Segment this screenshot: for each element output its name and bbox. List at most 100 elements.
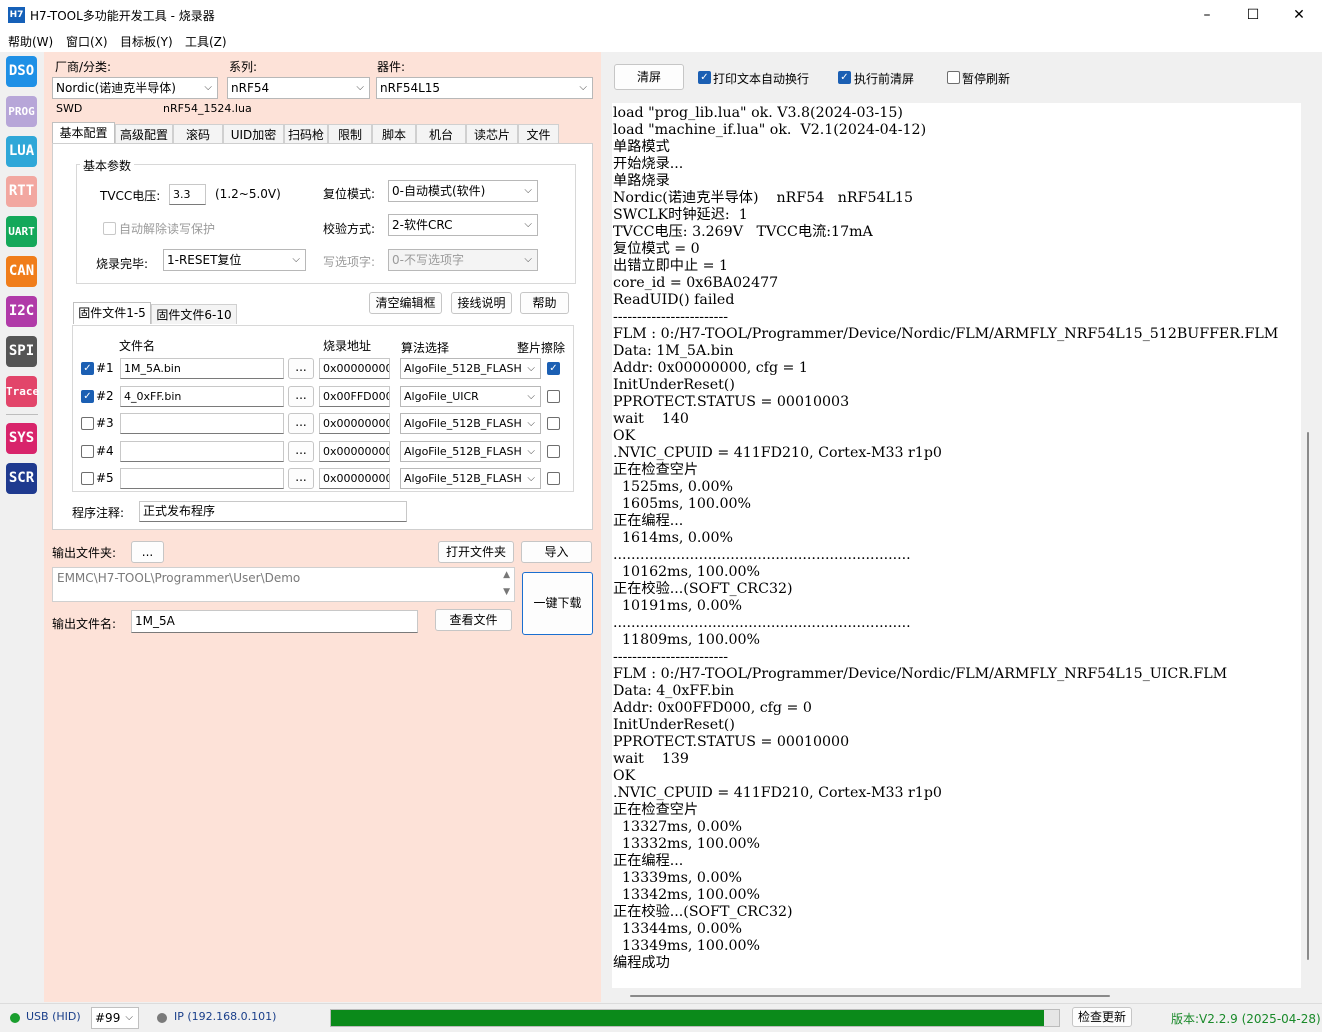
sidebar-rtt-button[interactable]: RTT: [6, 176, 37, 207]
tab-4[interactable]: 扫码枪: [284, 124, 328, 144]
sidebar-sys-button[interactable]: SYS: [6, 423, 37, 454]
reset-mode-select[interactable]: 0-自动模式(软件) ⌵: [388, 180, 538, 202]
fw-browse-button[interactable]: ...: [288, 440, 314, 462]
fw-address-input[interactable]: 0x00000000: [319, 440, 390, 462]
fw-enable-checkbox[interactable]: ✓: [81, 389, 94, 403]
minimize-button[interactable]: –: [1184, 0, 1230, 30]
scroll-up-icon[interactable]: ▲: [503, 570, 510, 580]
tab-1[interactable]: 高级配置: [115, 124, 173, 144]
wiring-help-button[interactable]: 接线说明: [451, 292, 512, 314]
fw-enable-checkbox[interactable]: [81, 444, 94, 458]
fw-address-input[interactable]: 0x00FFD000: [319, 385, 390, 407]
console-vertical-scrollbar[interactable]: [1307, 432, 1309, 960]
sidebar-spi-button[interactable]: SPI: [6, 336, 37, 367]
menu-window[interactable]: 窗口(X): [66, 33, 108, 50]
pause-refresh-checkbox[interactable]: [947, 71, 960, 84]
clear-edit-button[interactable]: 清空编辑框: [369, 292, 442, 314]
clear-screen-button[interactable]: 清屏: [614, 64, 684, 90]
fw-chip-erase-checkbox[interactable]: [547, 389, 560, 403]
device-select[interactable]: nRF54L15 ⌵: [376, 77, 593, 99]
tab-2[interactable]: 滚码: [173, 124, 223, 144]
fw-chip-erase-checkbox[interactable]: [547, 472, 560, 485]
fw-algo-select[interactable]: AlgoFile_512B_FLASH ⌵: [400, 468, 541, 489]
fw-file-input[interactable]: [120, 468, 284, 489]
sidebar-lua-button[interactable]: LUA: [6, 136, 37, 167]
fw-address-input[interactable]: 0x00000000: [319, 468, 390, 489]
fw-enable-checkbox[interactable]: [81, 472, 94, 485]
clear-before-run-checkbox[interactable]: ✓: [838, 71, 851, 84]
console-line: 复位模式 = 0: [613, 241, 700, 257]
fw-enable-checkbox[interactable]: ✓: [81, 362, 94, 375]
sidebar-can-button[interactable]: CAN: [6, 256, 37, 287]
close-button[interactable]: ✕: [1276, 0, 1322, 30]
auto-unlock-checkbox[interactable]: [103, 222, 116, 235]
fw-algo-select[interactable]: AlgoFile_512B_FLASH ⌵: [400, 413, 541, 434]
view-file-button[interactable]: 查看文件: [435, 609, 512, 631]
fw-file-input[interactable]: [120, 440, 284, 462]
fw-address-input[interactable]: 0x00000000: [319, 413, 390, 434]
check-update-button[interactable]: 检查更新: [1072, 1007, 1132, 1027]
console-line: ------------------------: [613, 649, 729, 665]
done-action-select[interactable]: 1-RESET复位 ⌵: [163, 249, 306, 271]
output-folder-browse-button[interactable]: ...: [131, 541, 164, 563]
tab-0[interactable]: 基本配置: [52, 122, 115, 144]
console-output[interactable]: load "prog_lib.lua" ok. V3.8(2024-03-15)…: [612, 103, 1301, 988]
tab-fw-6-10[interactable]: 固件文件6-10: [151, 304, 237, 324]
maximize-button[interactable]: ☐: [1230, 0, 1276, 30]
fw-file-input[interactable]: [120, 413, 284, 434]
vendor-select[interactable]: Nordic(诺迪克半导体) ⌵: [52, 77, 218, 99]
lua-file-label: nRF54_1524.lua: [163, 102, 252, 115]
fw-browse-button[interactable]: ...: [288, 385, 314, 407]
tvcc-input[interactable]: 3.3: [169, 184, 206, 205]
device-number-select[interactable]: #99 ⌵: [91, 1007, 139, 1029]
fw-file-input[interactable]: 4_0xFF.bin: [120, 385, 284, 407]
console-line: 正在检查空片: [613, 802, 699, 818]
option-bytes-select[interactable]: 0-不写选项字 ⌵: [388, 249, 538, 271]
verify-label: 校验方式:: [323, 222, 376, 236]
fw-address-input[interactable]: 0x00000000: [319, 358, 390, 379]
fw-chip-erase-checkbox[interactable]: [547, 417, 560, 430]
tab-5[interactable]: 限制: [328, 124, 372, 144]
tab-9[interactable]: 文件: [518, 124, 559, 144]
tab-fw-1-5[interactable]: 固件文件1-5: [73, 302, 151, 324]
auto-wrap-checkbox[interactable]: ✓: [698, 71, 711, 84]
fw-algo-select[interactable]: AlgoFile_512B_FLASH ⌵: [400, 440, 541, 462]
fw-browse-button[interactable]: ...: [288, 358, 314, 379]
sidebar-uart-button[interactable]: UART: [6, 216, 37, 247]
tab-6[interactable]: 脚本: [372, 124, 416, 144]
one-click-download-button[interactable]: 一键下载: [522, 572, 593, 635]
console-line: 正在校验...(SOFT_CRC32): [613, 904, 793, 920]
output-name-input[interactable]: 1M_5A: [131, 610, 418, 633]
sidebar-trace-button[interactable]: Trace: [6, 376, 39, 407]
fw-browse-button[interactable]: ...: [288, 413, 314, 434]
fw-file-input[interactable]: 1M_5A.bin: [120, 358, 284, 379]
fw-enable-checkbox[interactable]: [81, 417, 94, 430]
tab-3[interactable]: UID加密: [223, 124, 284, 144]
fw-algo-select[interactable]: AlgoFile_512B_FLASH ⌵: [400, 358, 541, 379]
sidebar-dso-button[interactable]: DSO: [6, 56, 37, 87]
menu-tools[interactable]: 工具(Z): [185, 33, 227, 50]
sidebar-i2c-button[interactable]: I2C: [6, 296, 37, 327]
menu-help[interactable]: 帮助(W): [8, 33, 53, 50]
open-folder-button[interactable]: 打开文件夹: [438, 541, 514, 563]
sidebar-prog-button[interactable]: PROG: [6, 96, 37, 127]
fw-algo-value: AlgoFile_512B_FLASH: [404, 362, 522, 375]
output-folder-field[interactable]: EMMC\H7-TOOL\Programmer\User\Demo ▲ ▼: [52, 567, 515, 602]
tab-8[interactable]: 读芯片: [466, 124, 518, 144]
comment-input[interactable]: 正式发布程序: [139, 501, 407, 522]
fw-browse-button[interactable]: ...: [288, 468, 314, 489]
console-horizontal-scrollbar[interactable]: [630, 995, 1110, 997]
scroll-down-icon[interactable]: ▼: [503, 587, 510, 597]
output-folder-path: EMMC\H7-TOOL\Programmer\User\Demo: [57, 571, 301, 585]
verify-select[interactable]: 2-软件CRC ⌵: [388, 214, 538, 236]
series-select[interactable]: nRF54 ⌵: [227, 77, 370, 99]
import-button[interactable]: 导入: [521, 541, 592, 563]
help-button[interactable]: 帮助: [520, 292, 569, 314]
sidebar-scr-button[interactable]: SCR: [6, 463, 37, 494]
fw-chip-erase-checkbox[interactable]: [547, 444, 560, 458]
fw-algo-select[interactable]: AlgoFile_UICR ⌵: [400, 385, 541, 407]
tab-7[interactable]: 机台: [416, 124, 466, 144]
menu-target[interactable]: 目标板(Y): [120, 33, 173, 50]
fw-chip-erase-checkbox[interactable]: ✓: [547, 362, 560, 375]
console-line: OK: [613, 768, 636, 784]
